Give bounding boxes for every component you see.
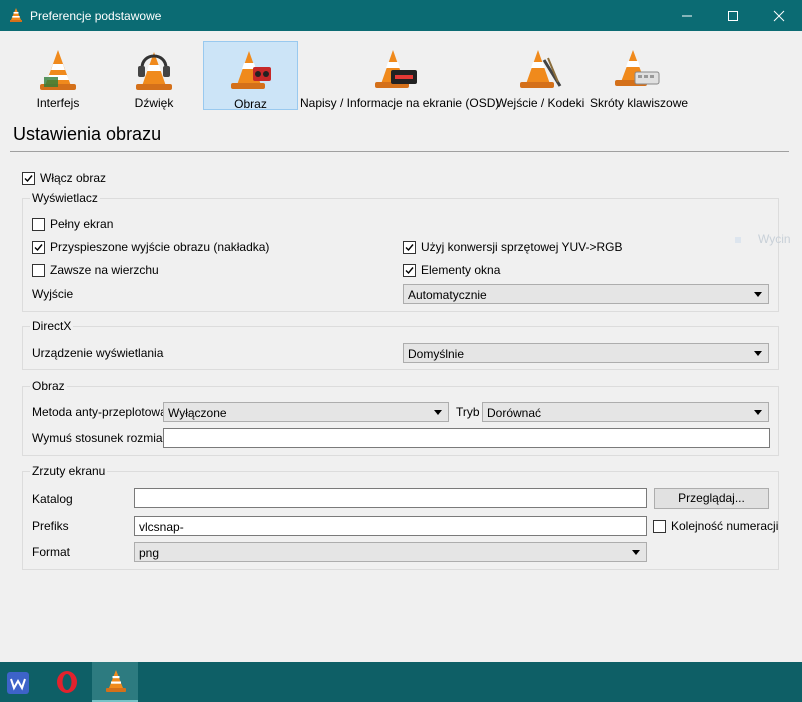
maximize-button[interactable]: [710, 0, 756, 31]
browse-button[interactable]: Przeglądaj...: [654, 488, 769, 509]
chevron-down-icon: [754, 410, 762, 415]
subtitles-cone-icon: [375, 50, 417, 88]
category-label: Interfejs: [36, 96, 80, 110]
title-bar: Preferencje podstawowe: [0, 0, 802, 31]
checkbox-label: Pełny ekran: [50, 217, 114, 231]
deinterlace-label: Metoda anty-przeplotowa: [32, 405, 167, 419]
select-value: Dorównać: [487, 406, 542, 420]
select-value: Automatycznie: [408, 288, 487, 302]
format-select[interactable]: png: [134, 542, 647, 562]
window-decorations-checkbox[interactable]: Elementy okna: [403, 262, 500, 278]
select-value: Domyślnie: [408, 347, 465, 361]
heading-divider: [10, 151, 789, 152]
page-title: Ustawienia obrazu: [13, 124, 162, 144]
select-value: Wyłączone: [168, 406, 227, 420]
always-on-top-checkbox[interactable]: Zawsze na wierzchu: [32, 262, 159, 278]
category-label: Napisy / Informacje na ekranie (OSD): [300, 96, 500, 110]
fullscreen-checkbox[interactable]: Pełny ekran: [32, 216, 113, 232]
checkmark-icon: [34, 243, 43, 251]
chevron-down-icon: [434, 410, 442, 415]
checkbox-label: Kolejność numeracji: [671, 519, 779, 533]
checkbox-label: Zawsze na wierzchu: [50, 263, 159, 277]
category-hotkeys[interactable]: Skróty klawiszowe: [590, 41, 689, 110]
chevron-down-icon: [632, 550, 640, 555]
deinterlace-select[interactable]: Wyłączone: [163, 402, 449, 422]
category-video[interactable]: Obraz: [203, 41, 298, 111]
minimize-button[interactable]: [664, 0, 710, 31]
input-codecs-cone-icon: [520, 50, 562, 88]
taskbar-item-wps[interactable]: [0, 662, 46, 702]
audio-headphones-cone-icon: [136, 52, 172, 90]
checkmark-icon: [405, 266, 414, 274]
output-label: Wyjście: [32, 287, 74, 301]
group-title: Zrzuty ekranu: [30, 464, 108, 478]
close-button[interactable]: [756, 0, 802, 31]
prefix-label: Prefiks: [32, 519, 69, 533]
directory-label: Katalog: [32, 492, 73, 506]
directory-input[interactable]: [134, 488, 647, 508]
maximize-icon: [728, 11, 738, 21]
aspect-ratio-input[interactable]: [163, 428, 770, 448]
deinterlace-mode-label: Tryb: [456, 405, 480, 419]
chevron-down-icon: [754, 292, 762, 297]
display-device-label: Urządzenie wyświetlania: [32, 346, 164, 360]
chevron-down-icon: [754, 351, 762, 356]
group-title: Wyświetlacz: [30, 191, 100, 205]
taskbar: [0, 662, 802, 702]
video-cone-icon: [231, 51, 271, 89]
select-value: png: [139, 546, 160, 560]
checkbox-label: Elementy okna: [421, 263, 501, 277]
enable-video-checkbox[interactable]: Włącz obraz: [22, 170, 106, 186]
ghost-text: Wycin: [735, 232, 802, 250]
sequential-numbering-checkbox[interactable]: Kolejność numeracji: [653, 518, 778, 534]
category-audio[interactable]: Dźwięk: [108, 41, 200, 110]
prefix-input[interactable]: vlcsnap-: [134, 516, 647, 536]
checkbox-label: Użyj konwersji sprzętowej YUV->RGB: [421, 240, 623, 254]
hotkeys-cone-icon: [615, 50, 660, 86]
display-device-select[interactable]: Domyślnie: [403, 343, 769, 363]
taskbar-item-opera[interactable]: [44, 662, 90, 702]
wps-office-icon: [7, 672, 29, 694]
opera-browser-icon: [57, 671, 77, 693]
input-value: vlcsnap-: [139, 520, 184, 534]
vlc-cone-icon: [10, 8, 22, 22]
deinterlace-mode-select[interactable]: Dorównać: [482, 402, 769, 422]
overlay-checkbox[interactable]: Przyspieszone wyjście obrazu (nakładka): [32, 239, 269, 255]
minimize-icon: [682, 15, 692, 17]
category-label: Obraz: [234, 97, 267, 111]
checkbox-label: Przyspieszone wyjście obrazu (nakładka): [50, 240, 270, 254]
checkmark-icon: [24, 174, 33, 182]
format-label: Format: [32, 545, 71, 559]
category-label: Skróty klawiszowe: [590, 96, 689, 110]
checkmark-icon: [405, 243, 414, 251]
group-title: DirectX: [30, 319, 74, 333]
category-interface[interactable]: Interfejs: [12, 41, 104, 110]
taskbar-item-vlc[interactable]: [92, 662, 138, 702]
category-label: Dźwięk: [134, 96, 174, 110]
aspect-ratio-label: Wymuś stosunek rozmiaru: [32, 431, 174, 445]
checkbox-label: Włącz obraz: [40, 171, 107, 185]
category-subtitles[interactable]: Napisy / Informacje na ekranie (OSD): [300, 41, 500, 110]
close-icon: [773, 10, 785, 22]
category-label: Wejście / Kodeki: [495, 96, 585, 110]
hw-yuv-checkbox[interactable]: Użyj konwersji sprzętowej YUV->RGB: [403, 239, 623, 255]
category-input-codecs[interactable]: Wejście / Kodeki: [493, 41, 587, 110]
group-title: Obraz: [30, 379, 67, 393]
vlc-taskbar-icon: [106, 670, 126, 692]
interface-cone-icon: [40, 50, 76, 90]
window-title: Preferencje podstawowe: [30, 9, 162, 23]
output-select[interactable]: Automatycznie: [403, 284, 769, 304]
